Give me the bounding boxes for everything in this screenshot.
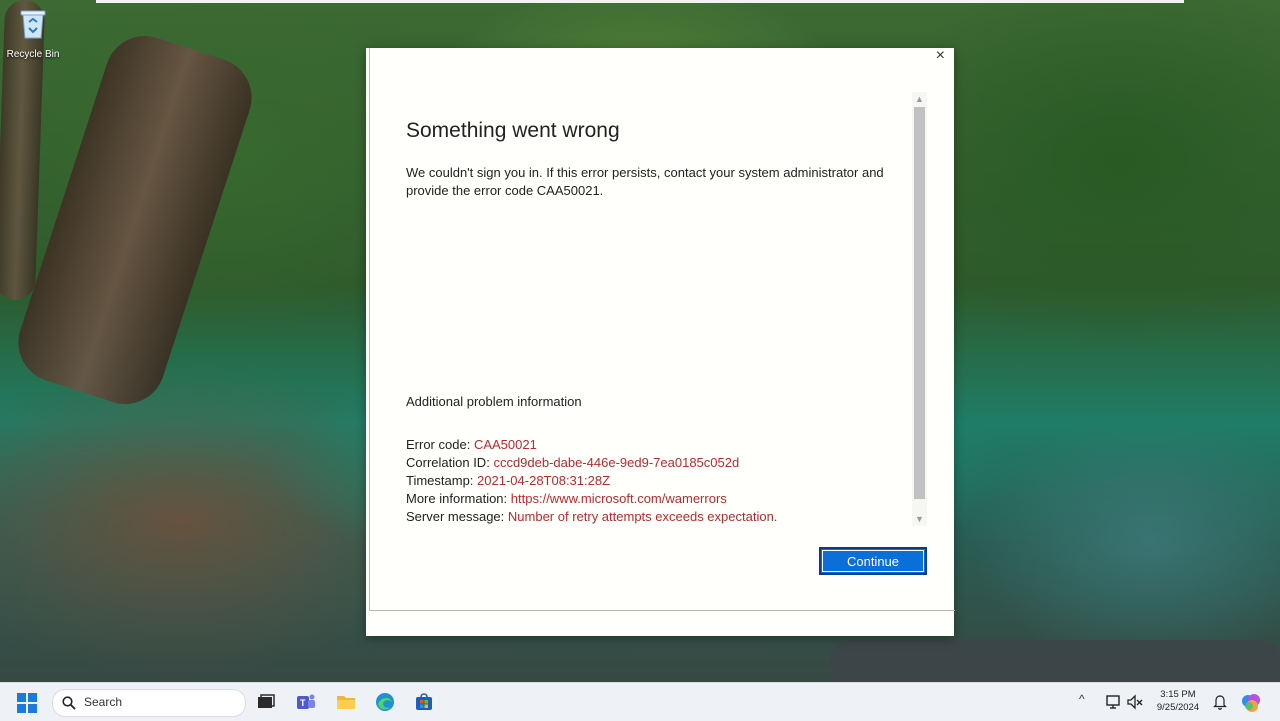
top-window-edge [96,0,1184,3]
svg-text:T: T [300,698,306,708]
correlation-id-value: cccd9deb-dabe-446e-9ed9-7ea0185c052d [493,455,740,470]
recycle-bin-icon [20,10,46,39]
scroll-up-arrow-icon[interactable]: ▲ [912,92,927,106]
continue-button[interactable]: Continue [819,547,927,575]
clock-time: 3:15 PM [1160,689,1196,700]
scrollbar-thumb[interactable] [914,107,925,499]
correlation-id-label: Correlation ID: [406,455,490,470]
edge-icon[interactable] [375,692,395,712]
copilot-icon[interactable] [1240,692,1262,714]
server-message-label: Server message: [406,509,505,524]
error-code-row: Error code: CAA50021 [406,436,777,454]
windows-start-icon[interactable] [17,693,37,713]
notification-bell-icon[interactable] [1213,694,1227,710]
close-icon[interactable]: × [936,47,945,65]
more-information-label: More information: [406,491,508,506]
store-icon[interactable] [414,692,434,712]
error-code-value: CAA50021 [473,437,537,452]
sign-in-error-dialog: Something went wrong We couldn't sign yo… [366,47,955,636]
server-message-row: Server message: Number of retry attempts… [406,508,777,526]
recycle-bin-shortcut[interactable]: Recycle Bin [4,8,62,60]
search-placeholder: Search [84,695,123,709]
task-view-icon[interactable] [256,692,276,712]
more-information-link[interactable]: https://www.microsoft.com/wamerrors [511,491,727,506]
tree-trunk-decoration [8,25,262,415]
show-hidden-icons-chevron-icon[interactable]: ^ [1079,692,1085,706]
dialog-content-area: Something went wrong We couldn't sign yo… [369,48,955,611]
scroll-down-arrow-icon[interactable]: ▼ [912,512,927,526]
rock-decoration [830,640,1280,682]
recycle-bin-label: Recycle Bin [6,49,60,60]
timestamp-row: Timestamp: 2021-04-28T08:31:28Z [406,472,777,490]
clock-date: 9/25/2024 [1156,702,1200,713]
error-message: We couldn't sign you in. If this error p… [406,165,884,198]
display-icon[interactable] [1105,693,1123,711]
correlation-id-row: Correlation ID: cccd9deb-dabe-446e-9ed9-… [406,454,777,472]
teams-icon[interactable]: T [296,692,316,712]
taskbar: Search T ^ 3:15 PM 9/25/2024 [0,682,1280,721]
more-information-row: More information: https://www.microsoft.… [406,490,777,508]
server-message-value: Number of retry attempts exceeds expecta… [507,509,778,524]
file-explorer-icon[interactable] [336,692,356,712]
error-code-label: Error code: [406,437,471,452]
additional-info-heading: Additional problem information [406,394,582,409]
timestamp-label: Timestamp: [406,473,474,488]
dialog-title: Something went wrong [406,119,620,142]
speaker-muted-icon[interactable] [1126,693,1144,711]
taskbar-search-box[interactable]: Search [52,689,246,717]
vertical-scrollbar[interactable]: ▲ ▼ [912,92,927,526]
timestamp-value: 2021-04-28T08:31:28Z [477,473,611,488]
taskbar-clock[interactable]: 3:15 PM 9/25/2024 [1150,688,1206,714]
search-icon [62,696,76,710]
error-details: Error code: CAA50021 Correlation ID: ccc… [406,436,777,526]
